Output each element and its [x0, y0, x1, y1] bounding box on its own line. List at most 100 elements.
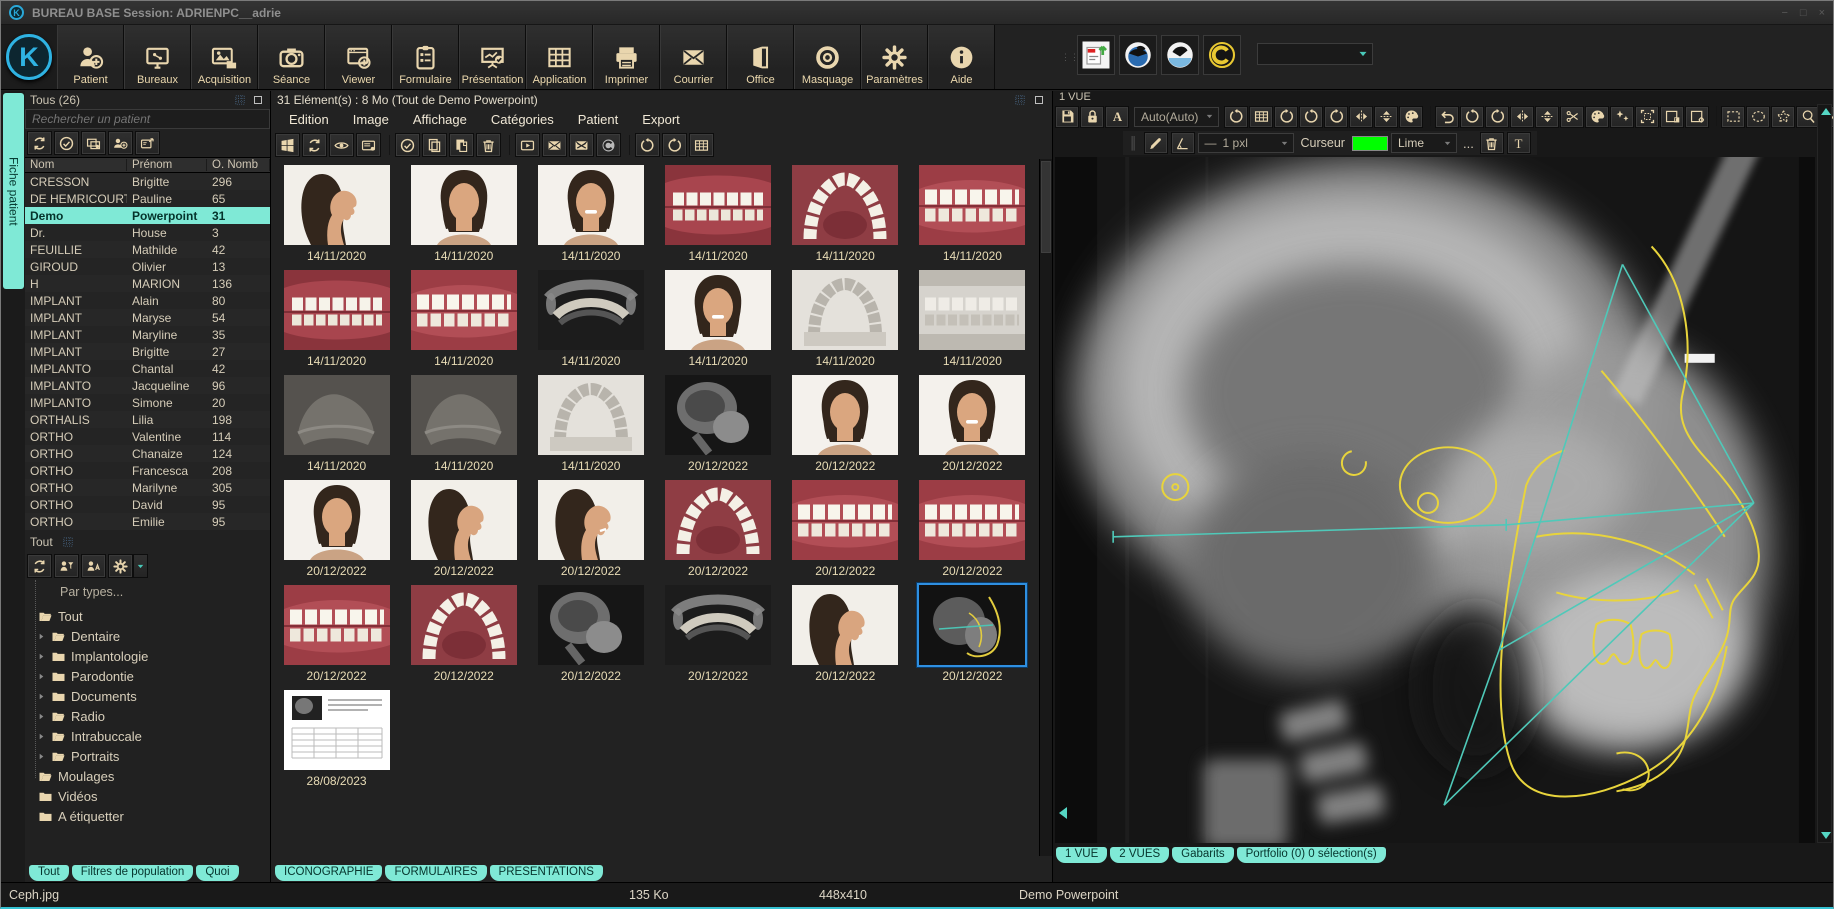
thumbnail[interactable]: 20/12/2022 [782, 375, 909, 480]
thumbnail[interactable]: 20/12/2022 [654, 375, 781, 480]
table-row[interactable]: IMPLANT Maryline 35 [25, 326, 270, 343]
thumbnail-image[interactable] [792, 585, 898, 665]
toolbar-button[interactable]: Office [727, 25, 794, 89]
scroll-down-arrow[interactable] [1821, 832, 1831, 839]
thumbnail[interactable]: 14/11/2020 [909, 270, 1036, 375]
table-row[interactable]: IMPLANTO Simone 20 [25, 394, 270, 411]
thumbnail[interactable]: 14/11/2020 [527, 165, 654, 270]
table-row[interactable]: FEUILLIE Mathilde 42 [25, 241, 270, 258]
viewer-scrollbar[interactable] [1817, 104, 1832, 843]
viewer-tool-button[interactable] [1249, 106, 1273, 128]
table-row[interactable]: Dr. House 3 [25, 224, 270, 241]
color-swatch[interactable] [1352, 136, 1388, 151]
thumbnail[interactable]: 14/11/2020 [273, 165, 400, 270]
thumbnail-image[interactable] [411, 165, 517, 245]
angle-measure-button[interactable] [1171, 132, 1195, 154]
thumbnail[interactable]: 20/12/2022 [527, 585, 654, 690]
table-row[interactable]: ORTHO Emilie 95 [25, 513, 270, 530]
thumbnail-image[interactable] [538, 165, 644, 245]
thumbnail-image[interactable] [665, 375, 771, 455]
thumbnail[interactable]: 20/12/2022 [909, 375, 1036, 480]
toolbar-button[interactable]: Patient [57, 25, 124, 89]
quick-launch-button[interactable] [1161, 35, 1199, 75]
thumbnail-image[interactable] [538, 585, 644, 665]
thumbnail-image[interactable] [284, 375, 390, 455]
middle-bottom-tab[interactable]: ICONOGRAPHIE [275, 865, 382, 881]
viewer-tool-button[interactable] [1349, 106, 1373, 128]
viewer-tool-button[interactable] [1635, 106, 1659, 128]
thumbnail-scrollbar[interactable] [1039, 159, 1052, 856]
toolbar-button[interactable]: Formulaire [392, 25, 459, 89]
thumbnail-image[interactable] [792, 165, 898, 245]
menu-item[interactable]: Patient [578, 112, 618, 127]
zoom-dropdown[interactable]: Auto(Auto) [1134, 107, 1219, 127]
quick-launch-button[interactable] [1077, 35, 1115, 75]
window-control-button[interactable]: − [1781, 7, 1787, 19]
window-control-button[interactable]: □ [1800, 7, 1807, 19]
kitview-logo-button[interactable]: K [1, 25, 57, 89]
tree-expand-icon[interactable] [37, 632, 46, 641]
table-row[interactable]: IMPLANTO Jacqueline 96 [25, 377, 270, 394]
thumbnail[interactable]: 20/12/2022 [400, 480, 527, 585]
thumbnail[interactable]: 14/11/2020 [400, 270, 527, 375]
table-row[interactable]: ORTHO Marilyne 305 [25, 479, 270, 496]
square-outline-icon[interactable] [1032, 93, 1046, 107]
viewer-tool-button[interactable] [1685, 106, 1709, 128]
tree-title[interactable]: Par types... [35, 580, 270, 604]
grid-faint-icon[interactable] [61, 535, 75, 549]
viewer-tool-button[interactable] [1585, 106, 1609, 128]
viewer-bottom-tab[interactable]: Gabarits [1172, 847, 1233, 863]
ceph-xray-image[interactable] [1055, 157, 1815, 843]
menu-item[interactable]: Affichage [413, 112, 467, 127]
thumb-tool-button[interactable] [356, 133, 381, 157]
thumb-tool-button[interactable] [635, 133, 660, 157]
table-row[interactable]: Demo Powerpoint 31 [25, 207, 270, 224]
patient-tool-button[interactable] [81, 131, 106, 155]
thumbnail[interactable]: 14/11/2020 [400, 165, 527, 270]
thumbnail-image[interactable] [792, 480, 898, 560]
thumbnail[interactable]: 20/12/2022 [782, 480, 909, 585]
tree-item[interactable]: Dentaire [37, 626, 270, 646]
table-row[interactable]: H MARION 136 [25, 275, 270, 292]
viewer-bottom-tab[interactable]: 2 VUES [1110, 847, 1169, 863]
tree-item[interactable]: Parodontie [37, 666, 270, 686]
viewer-tool-button[interactable] [1399, 106, 1423, 128]
table-row[interactable]: ORTHALIS Lilia 198 [25, 411, 270, 428]
tree-item[interactable]: Tout [37, 606, 270, 626]
thumbnail-image[interactable] [919, 585, 1025, 665]
column-nom[interactable]: Nom [25, 159, 127, 171]
thumbnail-image[interactable] [919, 480, 1025, 560]
filter-tool-button[interactable] [27, 554, 52, 578]
table-row[interactable]: CRESSON Brigitte 296 [25, 173, 270, 190]
thumb-tool-button[interactable] [662, 133, 687, 157]
viewer-tool-button[interactable] [1460, 106, 1484, 128]
thumbnail[interactable]: 14/11/2020 [654, 270, 781, 375]
toolbar-button[interactable]: Viewer [325, 25, 392, 89]
patient-tool-button[interactable] [108, 131, 133, 155]
column-prenom[interactable]: Prénom [127, 159, 207, 171]
table-row[interactable]: DE HEMRICOURT Pauline 65 [25, 190, 270, 207]
viewer-tool-button[interactable]: A [1105, 106, 1129, 128]
tree-expand-icon[interactable] [37, 732, 46, 741]
thumbnail-image[interactable] [665, 165, 771, 245]
toolbar-button[interactable]: Aide [928, 25, 995, 89]
toolbar-button[interactable]: Masquage [794, 25, 861, 89]
thumbnail[interactable]: 20/12/2022 [654, 585, 781, 690]
table-row[interactable]: IMPLANT Maryse 54 [25, 309, 270, 326]
search-input[interactable] [25, 109, 270, 129]
thumbnail[interactable]: 14/11/2020 [527, 270, 654, 375]
scroll-up-arrow[interactable] [1821, 108, 1831, 115]
tree-expand-icon[interactable] [37, 652, 46, 661]
viewer-tool-button[interactable] [1535, 106, 1559, 128]
tree-expand-icon[interactable] [37, 712, 46, 721]
toolbar-button[interactable]: Imprimer [593, 25, 660, 89]
color-dropdown[interactable]: Lime [1391, 133, 1457, 153]
menu-item[interactable]: Edition [289, 112, 329, 127]
grid-faint-icon[interactable] [1013, 93, 1027, 107]
menu-item[interactable]: Export [642, 112, 680, 127]
middle-bottom-tab[interactable]: PRESENTATIONS [490, 865, 603, 881]
toolbar-button[interactable]: Bureaux [124, 25, 191, 89]
thumbnail[interactable]: 14/11/2020 [400, 375, 527, 480]
thumbnail[interactable]: 14/11/2020 [273, 375, 400, 480]
viewer-tool-button[interactable] [1224, 106, 1248, 128]
